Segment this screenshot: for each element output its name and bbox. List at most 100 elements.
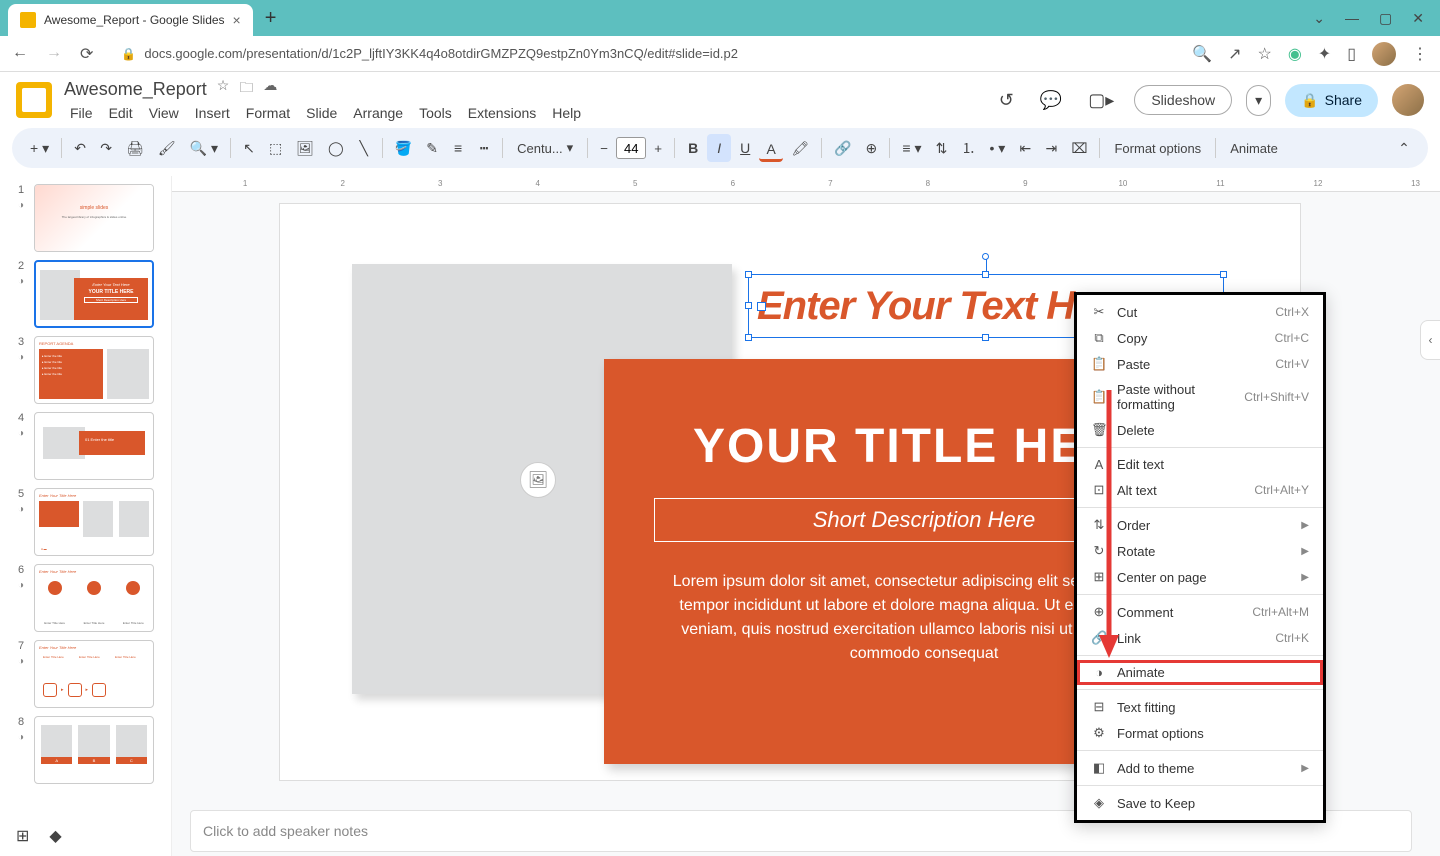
slide-thumbnail-2[interactable]: 2◑Enter Your Text HereYOUR TITLE HERESho… bbox=[12, 260, 167, 328]
image-icon[interactable]: 🖼 bbox=[520, 462, 556, 498]
slide-thumbnail-3[interactable]: 3◑REPORT AGENDA▸ Enter the title▸ Enter … bbox=[12, 336, 167, 404]
cm-edit-text[interactable]: AEdit text bbox=[1077, 452, 1323, 477]
cm-comment[interactable]: ⊕CommentCtrl+Alt+M bbox=[1077, 599, 1323, 625]
menu-file[interactable]: File bbox=[64, 103, 99, 123]
highlight-button[interactable]: 🖍 bbox=[785, 134, 815, 163]
menu-slide[interactable]: Slide bbox=[300, 103, 343, 123]
browser-profile-avatar[interactable] bbox=[1372, 42, 1396, 66]
browser-menu-icon[interactable]: ⋮ bbox=[1412, 44, 1428, 64]
cm-cut[interactable]: ✂CutCtrl+X bbox=[1077, 299, 1323, 325]
line-tool[interactable]: ╲ bbox=[352, 134, 376, 163]
window-dropdown-icon[interactable]: ⌄ bbox=[1313, 10, 1325, 27]
sidepanel-icon[interactable]: ▯ bbox=[1347, 44, 1356, 64]
slideshow-dropdown[interactable]: ▾ bbox=[1246, 85, 1271, 116]
slide-thumbnail-7[interactable]: 7◑Enter Your Title HereEnter Title HereE… bbox=[12, 640, 167, 708]
cm-center-on-page[interactable]: ⊞Center on page▶ bbox=[1077, 564, 1323, 590]
slide-thumbnail-6[interactable]: 6◑Enter Your Title HereEnter Title HereE… bbox=[12, 564, 167, 632]
cm-paste[interactable]: 📋PasteCtrl+V bbox=[1077, 351, 1323, 377]
browser-tab[interactable]: Awesome_Report - Google Slides × bbox=[8, 4, 253, 36]
menu-view[interactable]: View bbox=[143, 103, 185, 123]
border-color-button[interactable]: ✎ bbox=[420, 134, 444, 163]
present-icon[interactable]: ▢▸ bbox=[1082, 84, 1120, 117]
cm-order[interactable]: ⇅Order▶ bbox=[1077, 512, 1323, 538]
reload-icon[interactable]: ⟳ bbox=[80, 44, 93, 64]
star-icon[interactable]: ☆ bbox=[217, 77, 230, 101]
numbered-list-button[interactable]: ⒈ bbox=[956, 132, 982, 164]
cm-add-to-theme[interactable]: ◧Add to theme▶ bbox=[1077, 755, 1323, 781]
cm-rotate[interactable]: ↻Rotate▶ bbox=[1077, 538, 1323, 564]
move-icon[interactable]: 🗀 bbox=[239, 77, 253, 101]
cm-save-to-keep[interactable]: ◈Save to Keep bbox=[1077, 790, 1323, 816]
history-icon[interactable]: ↺ bbox=[993, 84, 1020, 117]
decrease-indent-button[interactable]: ⇤ bbox=[1013, 134, 1037, 163]
animate-button[interactable]: Animate bbox=[1222, 137, 1286, 160]
url-bar[interactable]: 🔒 docs.google.com/presentation/d/1c2P_lj… bbox=[109, 42, 1176, 65]
cm-delete[interactable]: 🗑Delete bbox=[1077, 417, 1323, 443]
font-size-input[interactable] bbox=[616, 137, 646, 159]
cm-paste-without-formatting[interactable]: 📋Paste without formattingCtrl+Shift+V bbox=[1077, 377, 1323, 417]
text-color-button[interactable]: A bbox=[759, 135, 783, 162]
maximize-icon[interactable]: ▢ bbox=[1379, 10, 1392, 27]
new-tab-button[interactable]: + bbox=[265, 7, 277, 30]
border-weight-button[interactable]: ≡ bbox=[446, 134, 470, 162]
tab-close-icon[interactable]: × bbox=[233, 12, 241, 28]
cm-text-fitting[interactable]: ⊟Text fitting bbox=[1077, 694, 1323, 720]
slideshow-button[interactable]: Slideshow bbox=[1134, 85, 1232, 115]
menu-extensions[interactable]: Extensions bbox=[462, 103, 542, 123]
italic-button[interactable]: I bbox=[707, 134, 731, 162]
grid-view-icon[interactable]: ⊞ bbox=[16, 826, 29, 846]
print-button[interactable]: 🖨 bbox=[120, 134, 150, 163]
zoom-icon[interactable]: 🔍 bbox=[1192, 44, 1212, 64]
cm-format-options[interactable]: ⚙Format options bbox=[1077, 720, 1323, 746]
cm-link[interactable]: 🔗LinkCtrl+K bbox=[1077, 625, 1323, 651]
paint-format-button[interactable]: 🖌 bbox=[152, 134, 182, 163]
textbox-tool[interactable]: ⬚ bbox=[263, 134, 288, 163]
bold-button[interactable]: B bbox=[681, 134, 705, 162]
line-spacing-button[interactable]: ⇅ bbox=[930, 134, 954, 163]
shape-tool[interactable]: ◯ bbox=[322, 134, 350, 163]
slide-thumbnail-5[interactable]: 5◑Enter Your Title HereA ▬ bbox=[12, 488, 167, 556]
increase-indent-button[interactable]: ⇥ bbox=[1039, 134, 1063, 163]
extensions-puzzle-icon[interactable]: ✦ bbox=[1318, 44, 1331, 64]
menu-edit[interactable]: Edit bbox=[103, 103, 139, 123]
menu-tools[interactable]: Tools bbox=[413, 103, 458, 123]
cloud-status-icon[interactable]: ☁ bbox=[263, 77, 277, 101]
link-button[interactable]: 🔗 bbox=[828, 134, 857, 163]
side-panel-toggle[interactable]: ‹ bbox=[1420, 320, 1440, 360]
menu-help[interactable]: Help bbox=[546, 103, 587, 123]
cm-copy[interactable]: ⧉CopyCtrl+C bbox=[1077, 325, 1323, 351]
slides-logo-icon[interactable] bbox=[16, 82, 52, 118]
cm-alt-text[interactable]: ⊡Alt textCtrl+Alt+Y bbox=[1077, 477, 1323, 503]
cm-animate[interactable]: ◑Animate bbox=[1077, 660, 1323, 685]
bookmark-icon[interactable]: ☆ bbox=[1257, 44, 1271, 64]
underline-button[interactable]: U bbox=[733, 134, 757, 162]
font-size-increase[interactable]: + bbox=[648, 137, 668, 159]
slide-thumbnail-1[interactable]: 1◑simple slidesThe largest library of in… bbox=[12, 184, 167, 252]
image-tool[interactable]: 🖼 bbox=[290, 134, 320, 163]
font-selector[interactable]: Centu... ▾ bbox=[509, 136, 581, 160]
border-dash-button[interactable]: ┅ bbox=[472, 134, 496, 163]
forward-icon[interactable]: → bbox=[46, 44, 62, 64]
font-size-decrease[interactable]: − bbox=[594, 137, 614, 159]
share-url-icon[interactable]: ↗ bbox=[1228, 44, 1241, 64]
document-title[interactable]: Awesome_Report bbox=[64, 79, 207, 100]
bulleted-list-button[interactable]: • ▾ bbox=[984, 134, 1012, 163]
undo-button[interactable]: ↶ bbox=[68, 134, 92, 163]
close-window-icon[interactable]: ✕ bbox=[1412, 10, 1424, 27]
comments-icon[interactable]: 💬 bbox=[1034, 84, 1068, 117]
clear-formatting-button[interactable]: ⌧ bbox=[1065, 134, 1093, 163]
fill-color-button[interactable]: 🪣 bbox=[389, 134, 418, 163]
minimize-icon[interactable]: — bbox=[1345, 10, 1359, 27]
slide-thumbnail-4[interactable]: 4◑01 Enter the title bbox=[12, 412, 167, 480]
redo-button[interactable]: ↷ bbox=[94, 134, 118, 163]
user-avatar[interactable] bbox=[1392, 84, 1424, 116]
select-tool[interactable]: ↖ bbox=[237, 134, 261, 163]
comment-button[interactable]: ⊕ bbox=[859, 134, 883, 163]
back-icon[interactable]: ← bbox=[12, 44, 28, 64]
menu-arrange[interactable]: Arrange bbox=[347, 103, 409, 123]
explore-icon[interactable]: ◆ bbox=[49, 826, 61, 846]
zoom-button[interactable]: 🔍 ▾ bbox=[184, 134, 224, 163]
menu-format[interactable]: Format bbox=[240, 103, 296, 123]
extension-icon[interactable]: ◉ bbox=[1288, 44, 1302, 64]
format-options-button[interactable]: Format options bbox=[1106, 137, 1209, 160]
